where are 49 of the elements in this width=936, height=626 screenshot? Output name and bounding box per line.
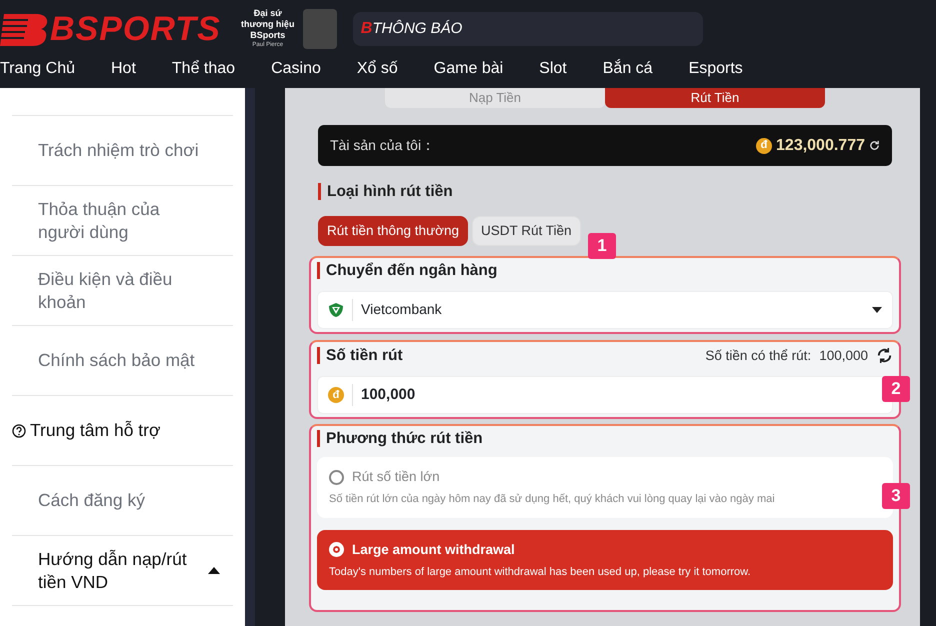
logo[interactable]: BSPORTS	[0, 12, 221, 46]
withdraw-type-button[interactable]: USDT Rút Tiền	[472, 216, 581, 246]
coin-icon: đ	[328, 386, 344, 403]
nav-link[interactable]: Game bài	[434, 57, 504, 81]
withdraw-type-button[interactable]: Rút tiền thông thường	[318, 216, 468, 246]
step-badge: 3	[882, 483, 910, 509]
bank-logo-icon	[328, 302, 344, 318]
option-note: Today's numbers of large amount withdrawal has been used up, please try it tomorrow.	[329, 564, 752, 580]
coin-icon: đ	[756, 138, 772, 154]
option-label: Rút số tiền lớn	[352, 468, 440, 486]
radio-button[interactable]	[329, 470, 344, 485]
nav-link[interactable]: Xổ số	[356, 57, 398, 81]
nav-link[interactable]: Casino	[271, 57, 321, 81]
caret-icon	[872, 306, 882, 313]
method-option[interactable]: Rút số tiền lớn Số tiền rút lớn của ngày hôm nay đã sử dụng hết, quý khách vui lòng quay lại vào ngày mai	[317, 456, 893, 518]
step-badge: 1	[588, 233, 616, 259]
sidebar-item[interactable]: Cách đăng ký	[12, 466, 233, 536]
nav-link[interactable]: Thể thao	[172, 57, 236, 81]
nav-link[interactable]: Trang Chủ	[0, 57, 75, 81]
section-title: Số tiền rút	[317, 347, 403, 364]
nav-link[interactable]: Hot	[111, 57, 136, 81]
sidebar-item[interactable]: Hướng dẫn nạp/rút tiền VND	[12, 536, 233, 606]
step-badge: 2	[882, 376, 910, 402]
sidebar-section[interactable]: Trung tâm hỗ trợ	[30, 417, 160, 444]
sidebar-item[interactable]: Điều kiện và điều khoản	[12, 256, 233, 326]
photo-placeholder	[302, 8, 337, 49]
bank-select[interactable]: Vietcombank	[317, 290, 893, 329]
sidebar-item[interactable]: Trách nhiệm trò chơi	[12, 116, 233, 186]
nav-link[interactable]: Bắn cá	[602, 57, 653, 81]
refresh-icon[interactable]	[876, 347, 893, 364]
section-title: Loại hình rút tiền	[318, 183, 453, 200]
refresh-icon[interactable]	[869, 140, 880, 151]
balance-label: Tài sản của tôi：	[330, 136, 436, 155]
nav-link[interactable]: Slot	[539, 57, 567, 81]
balance-amount: 123,000.777	[776, 136, 865, 156]
amount-field[interactable]: đ 100,000	[317, 376, 893, 414]
sidebar-item[interactable]: Thỏa thuận của người dùng	[12, 186, 233, 256]
nav-link[interactable]: Esports	[688, 57, 743, 81]
section-title: Phương thức rút tiền	[317, 430, 893, 447]
available-label: Số tiền có thể rút:	[705, 346, 812, 365]
help-icon	[12, 424, 26, 438]
ambassador-title: Đại sứ thương hiệu BSports	[240, 8, 296, 41]
sidebar-item[interactable]: Chính sách bảo mật	[12, 326, 233, 396]
option-label: Large amount withdrawal	[352, 540, 515, 559]
notice-bar[interactable]: BTHÔNG BÁO	[352, 12, 703, 46]
available-amount: 100,000	[819, 346, 868, 365]
option-note: Số tiền rút lớn của ngày hôm nay đã sử dụng hết, quý khách vui lòng quay lại vào ngày mai	[329, 492, 776, 508]
method-option[interactable]: Large amount withdrawal Today's numbers of large amount withdrawal has been used up, please try it tomorrow.	[317, 530, 893, 590]
tab[interactable]: Rút Tiền	[605, 88, 825, 108]
